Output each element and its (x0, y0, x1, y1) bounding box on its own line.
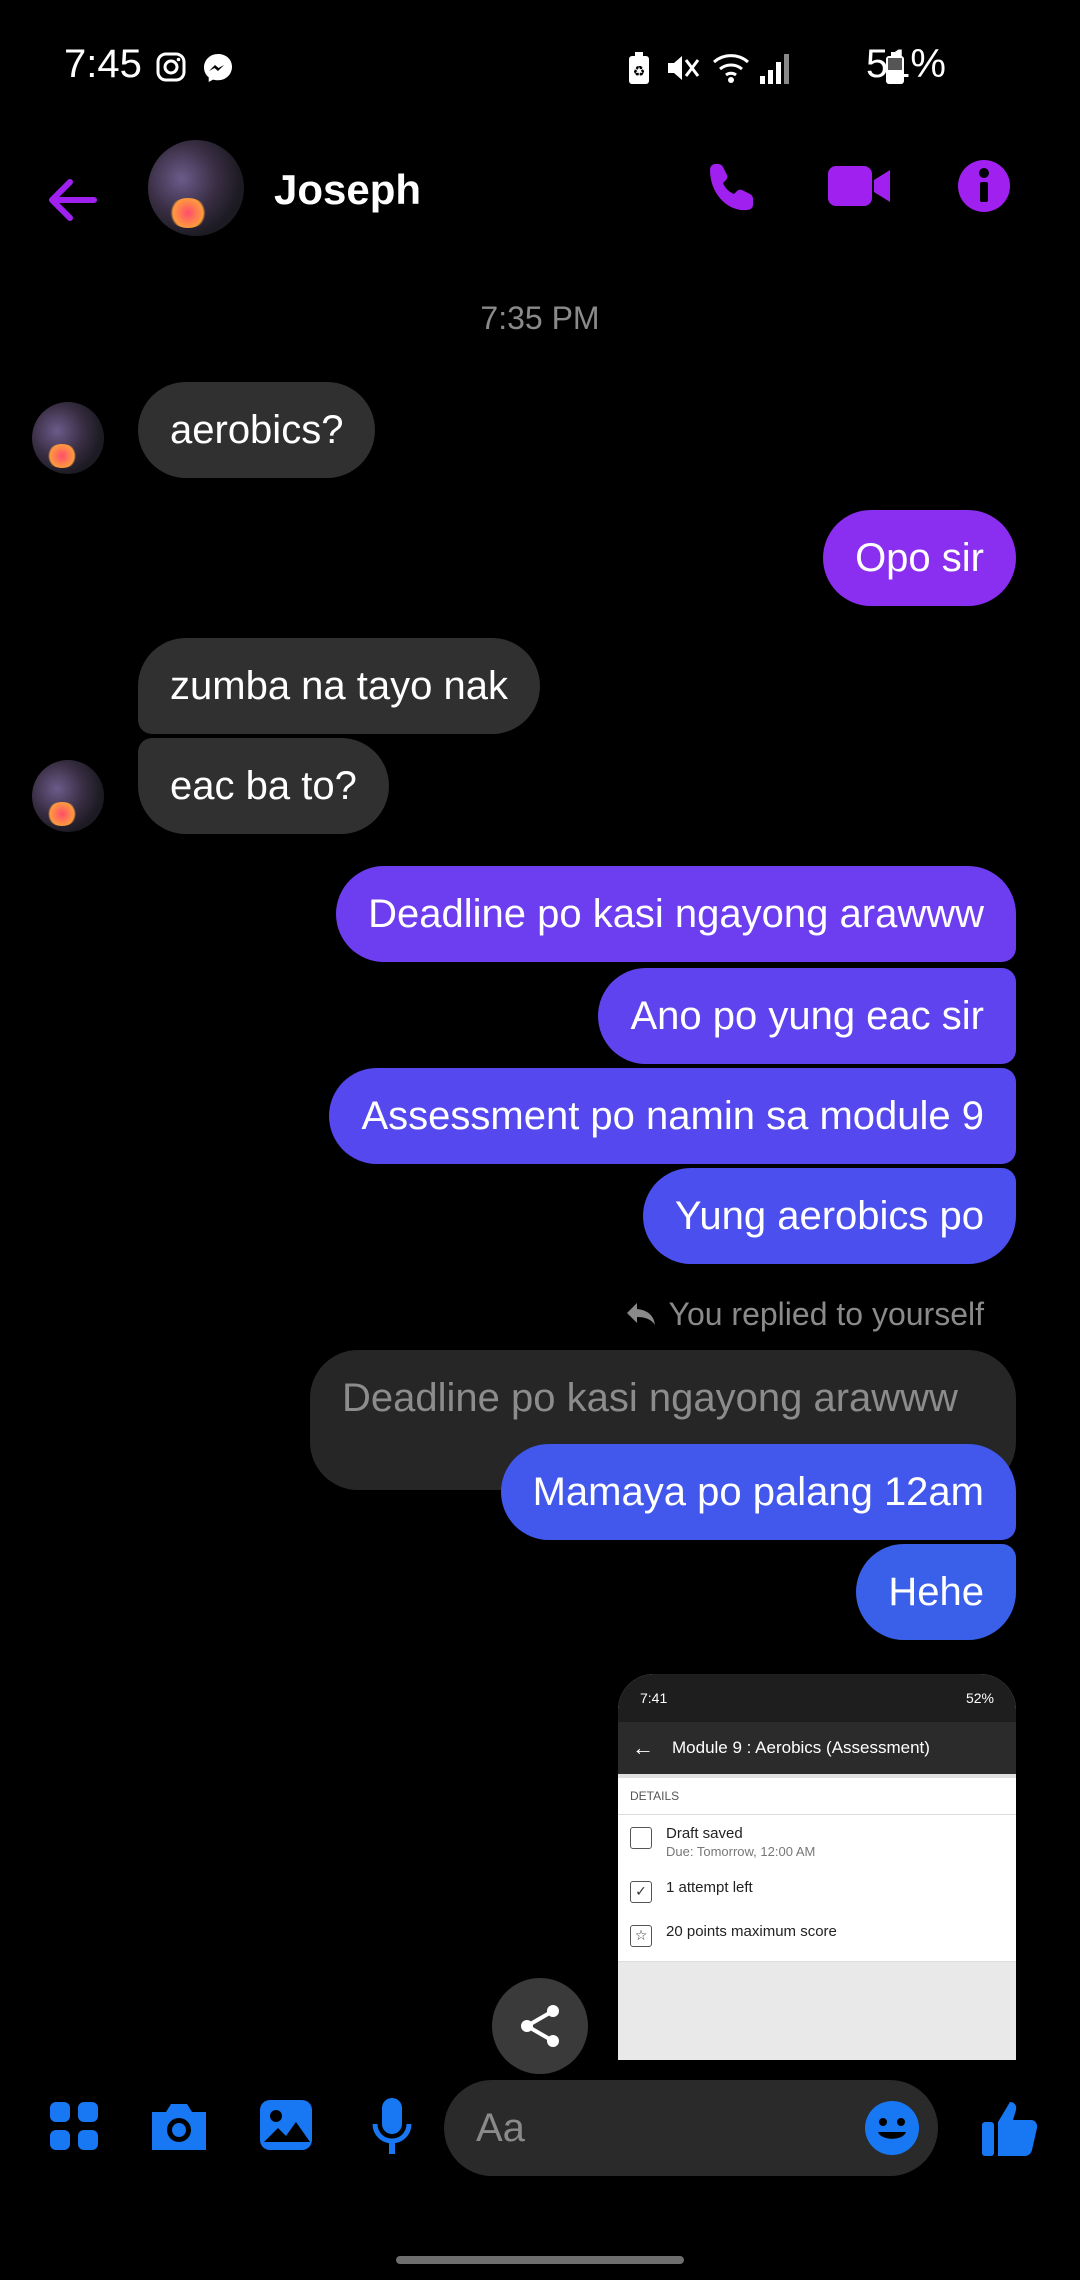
draft-status: Draft saved (666, 1825, 743, 1842)
instagram-icon (156, 52, 186, 82)
chat-timestamp: 7:35 PM (480, 300, 600, 336)
attachment-toolbar: ← Module 9 : Aerobics (Assessment) (618, 1722, 1016, 1774)
attachment-row: Draft saved Due: Tomorrow, 12:00 AM (618, 1815, 1016, 1869)
calendar-icon (630, 1827, 652, 1849)
gallery-icon[interactable] (258, 2098, 314, 2152)
image-attachment[interactable]: 7:41 52% ← Module 9 : Aerobics (Assessme… (618, 1674, 1016, 2060)
message-outgoing[interactable]: Opo sir (823, 510, 1016, 606)
attachment-section: DETAILS (618, 1774, 1016, 1815)
video-call-icon[interactable] (828, 162, 892, 210)
due-date: Due: Tomorrow, 12:00 AM (666, 1844, 816, 1859)
attachment-title: Module 9 : Aerobics (Assessment) (672, 1738, 930, 1757)
message-incoming[interactable]: aerobics? (138, 382, 376, 478)
message-outgoing[interactable]: Deadline po kasi ngayong arawww (336, 866, 1016, 962)
attachment-row: ✓ 1 attempt left (618, 1869, 1016, 1913)
menu-dots-icon[interactable] (48, 2100, 100, 2152)
message-outgoing[interactable]: Assessment po namin sa module 9 (329, 1068, 1016, 1164)
battery-icon (886, 52, 904, 84)
attempts-left: 1 attempt left (666, 1879, 753, 1896)
sender-avatar[interactable] (32, 760, 104, 832)
info-icon[interactable] (956, 158, 1012, 214)
contact-name[interactable]: Joseph (274, 166, 421, 214)
home-indicator[interactable] (396, 2256, 684, 2264)
attachment-content: DETAILS Draft saved Due: Tomorrow, 12:00… (618, 1774, 1016, 1962)
score-icon: ☆ (630, 1925, 652, 1947)
emoji-icon[interactable] (864, 2100, 920, 2156)
reply-indicator: You replied to yourself (625, 1296, 984, 1333)
reply-arrow-icon (626, 1302, 655, 1325)
messenger-icon (204, 54, 232, 82)
thumbs-up-icon[interactable] (980, 2098, 1042, 2158)
message-outgoing[interactable]: Hehe (856, 1544, 1016, 1640)
status-time: 7:45 (64, 42, 142, 86)
share-button[interactable] (492, 1978, 588, 2074)
back-arrow-icon[interactable] (44, 176, 100, 224)
wifi-icon (713, 54, 749, 83)
message-incoming[interactable]: zumba na tayo nak (138, 638, 540, 734)
attachment-status-bar: 7:41 52% (618, 1674, 1016, 1722)
message-outgoing[interactable]: Mamaya po palang 12am (500, 1444, 1016, 1540)
chat-header (0, 140, 1080, 310)
status-bar: 7:45 ♻ 51% (0, 0, 1080, 140)
checkbox-icon: ✓ (630, 1881, 652, 1903)
svg-text:♻: ♻ (633, 63, 646, 79)
reply-label: You replied to yourself (668, 1296, 984, 1332)
attachment-battery: 52% (965, 1690, 994, 1706)
phone-call-icon[interactable] (706, 160, 762, 216)
message-outgoing[interactable]: Ano po yung eac sir (598, 968, 1016, 1064)
attachment-time: 7:41 (640, 1690, 668, 1706)
battery-saver-icon: ♻ (629, 52, 649, 84)
attachment-row: ☆ 20 points maximum score (618, 1913, 1016, 1962)
share-icon (521, 2005, 559, 2047)
contact-avatar[interactable] (148, 140, 244, 236)
microphone-icon[interactable] (372, 2098, 412, 2158)
sender-avatar[interactable] (32, 402, 104, 474)
message-outgoing[interactable]: Yung aerobics po (642, 1168, 1016, 1264)
camera-icon[interactable] (148, 2100, 210, 2152)
message-incoming[interactable]: eac ba to? (138, 738, 389, 834)
signal-icon (760, 54, 789, 84)
message-input[interactable]: Aa (444, 2080, 938, 2176)
attachment-back-icon: ← (632, 1735, 654, 1760)
message-input-placeholder: Aa (476, 2106, 525, 2150)
max-score: 20 points maximum score (666, 1923, 837, 1940)
mute-icon (668, 56, 700, 80)
